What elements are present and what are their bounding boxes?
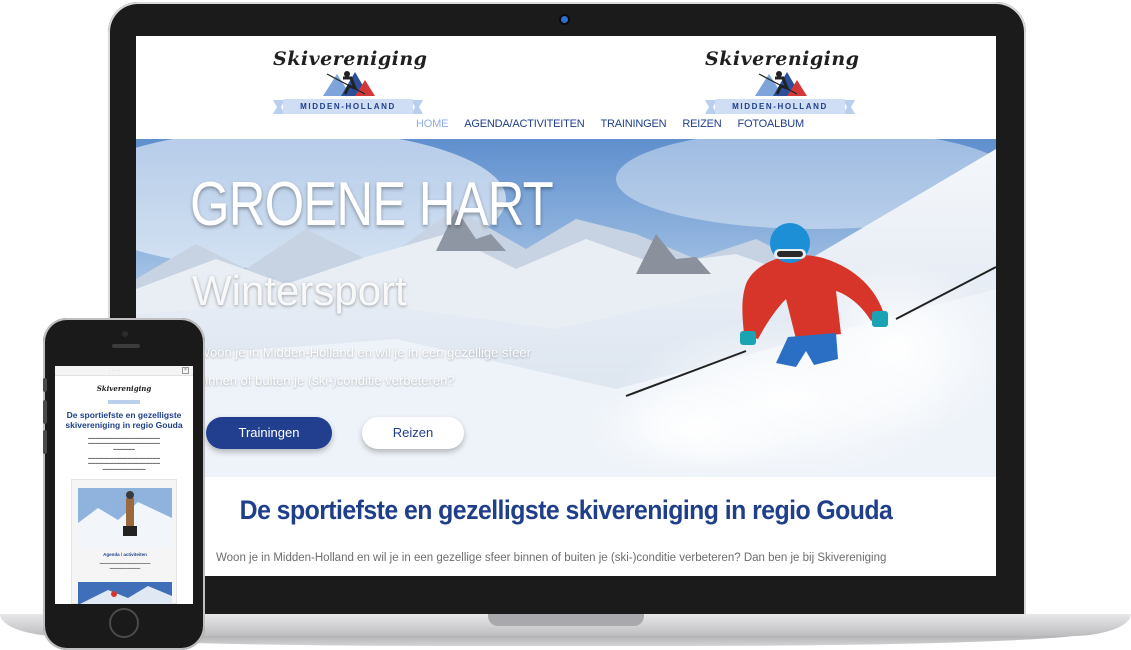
phone-screen: · · · · · × Skivereniging De sportiefste… bbox=[55, 366, 193, 604]
phone-camera bbox=[122, 331, 128, 337]
phone-mute-switch bbox=[43, 378, 47, 392]
logo-skier-icon bbox=[323, 71, 375, 96]
site-header: Skivereniging MIDDEN-HOLLAND Skiverenigi… bbox=[136, 36, 996, 139]
nav-item-trainingen[interactable]: TRAININGEN bbox=[592, 114, 674, 134]
logo-name: Skivereniging bbox=[273, 48, 428, 70]
hero-title: GROENE HART bbox=[190, 170, 554, 239]
laptop-camera bbox=[561, 16, 568, 23]
close-icon[interactable]: × bbox=[182, 367, 189, 374]
site-logo-secondary[interactable]: Skivereniging MIDDEN-HOLLAND bbox=[705, 42, 860, 122]
mobile-card-title: Agenda / activiteiten bbox=[103, 552, 147, 557]
laptop-notch bbox=[488, 614, 644, 626]
phone-frame: · · · · · × Skivereniging De sportiefste… bbox=[43, 318, 205, 650]
mobile-paragraph-1: ▬▬▬▬▬▬▬▬▬▬▬▬▬▬▬▬▬▬▬▬ ▬▬▬▬▬▬▬▬▬▬▬▬▬▬▬▬▬▬▬▬… bbox=[88, 436, 160, 451]
mobile-topbar: · · · · · × bbox=[55, 366, 193, 376]
intro-paragraph: Woon je in Midden-Holland en wil je in e… bbox=[216, 552, 887, 564]
logo-tagline: MIDDEN-HOLLAND bbox=[300, 102, 396, 111]
mobile-heading: De sportiefste en gezelligste skiverenig… bbox=[65, 410, 183, 430]
mobile-logo[interactable]: Skivereniging bbox=[55, 384, 193, 393]
hero-intro-line-1: Woon je in Midden-Holland en wil je in e… bbox=[198, 345, 531, 360]
logo-tagline: MIDDEN-HOLLAND bbox=[732, 102, 828, 111]
phone-volume-up bbox=[43, 400, 47, 424]
page-heading: De sportiefste en gezelligste skiverenig… bbox=[239, 495, 893, 525]
nav-item-fotoalbum[interactable]: FOTOALBUM bbox=[729, 114, 811, 134]
home-button[interactable] bbox=[109, 608, 139, 638]
laptop-screen: Skivereniging MIDDEN-HOLLAND Skiverenigi… bbox=[136, 36, 996, 576]
site-logo[interactable]: Skivereniging MIDDEN-HOLLAND bbox=[273, 42, 428, 122]
mobile-paragraph-2: ▬▬▬▬▬▬▬▬▬▬▬▬▬▬▬▬▬▬▬▬ ▬▬▬▬▬▬▬▬▬▬▬▬▬▬▬▬▬▬▬▬… bbox=[88, 456, 160, 471]
phone-volume-down bbox=[43, 430, 47, 454]
device-mockup: Skivereniging MIDDEN-HOLLAND Skiverenigi… bbox=[0, 0, 1131, 650]
hero-subtitle: Wintersport bbox=[192, 267, 407, 314]
nav-item-agenda[interactable]: AGENDA/ACTIVITEITEN bbox=[456, 114, 592, 134]
nav-item-home[interactable]: HOME bbox=[408, 114, 456, 134]
hero-banner: GROENE HART Wintersport Woon je in Midde… bbox=[136, 139, 996, 477]
reizen-button[interactable]: Reizen bbox=[362, 417, 464, 449]
main-nav: HOME AGENDA/ACTIVITEITEN TRAININGEN REIZ… bbox=[408, 114, 812, 134]
mobile-card-photo-2 bbox=[78, 582, 172, 604]
nav-item-reizen[interactable]: REIZEN bbox=[674, 114, 729, 134]
logo-skier-icon bbox=[755, 71, 807, 96]
mobile-logo-ribbon bbox=[108, 400, 140, 404]
trainingen-button[interactable]: Trainingen bbox=[206, 417, 332, 449]
hero-intro-line-2: binnen of buiten je (ski-)conditie verbe… bbox=[198, 373, 455, 388]
mobile-card-photo bbox=[78, 488, 172, 548]
logo-name: Skivereniging bbox=[705, 48, 860, 70]
mobile-url: · · · · · bbox=[109, 368, 121, 373]
phone-speaker bbox=[112, 344, 140, 348]
mobile-card-text: ▬▬▬▬▬▬▬▬▬▬▬▬▬▬▬ ▬▬▬▬▬▬▬▬▬ bbox=[99, 561, 151, 570]
mobile-card-agenda[interactable]: Agenda / activiteiten ▬▬▬▬▬▬▬▬▬▬▬▬▬▬▬ ▬▬▬… bbox=[71, 479, 177, 604]
